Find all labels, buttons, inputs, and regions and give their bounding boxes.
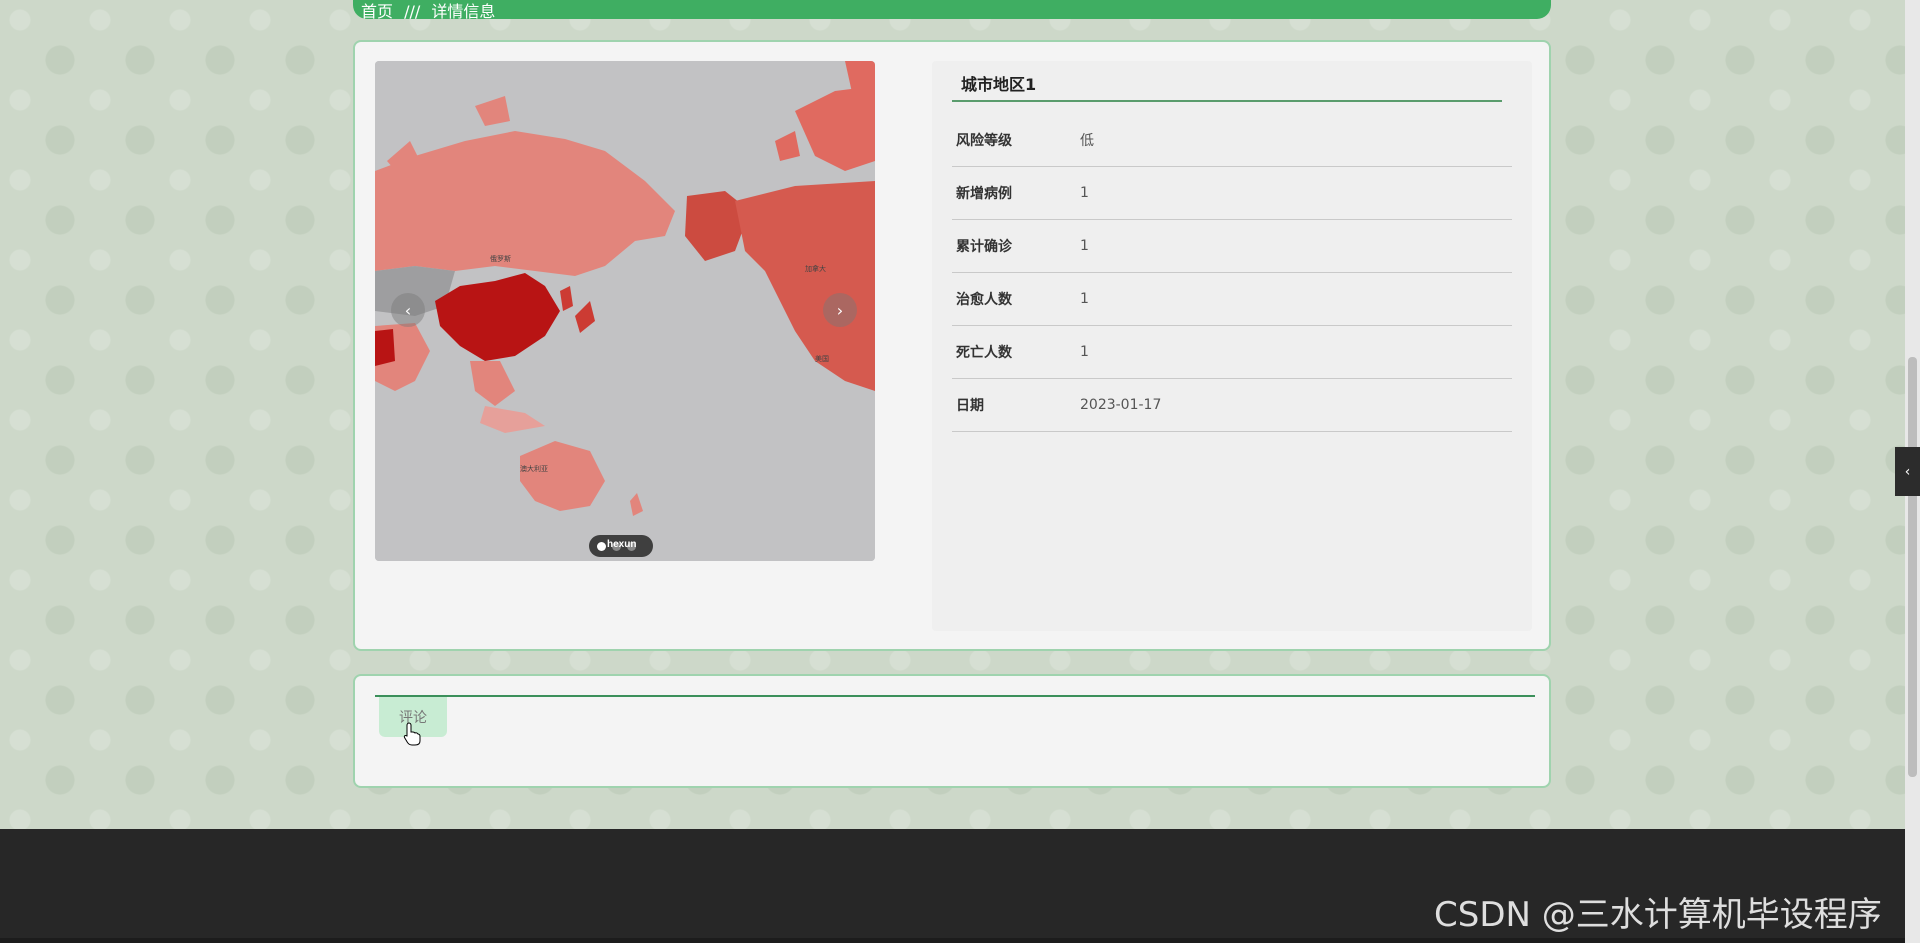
info-row-risk-level: 风险等级 低 [952,114,1512,167]
comment-tab[interactable]: 评论 [379,697,447,737]
info-label: 死亡人数 [956,345,1012,361]
info-label: 新增病例 [956,186,1012,202]
svg-text:澳大利亚: 澳大利亚 [520,464,548,473]
comment-card: 评论 [353,674,1551,788]
info-label: 风险等级 [956,133,1012,149]
info-label: 累计确诊 [956,239,1012,255]
svg-text:加拿大: 加拿大 [805,264,826,273]
info-value: 低 [1080,133,1094,149]
carousel-prev-button[interactable]: ‹ [391,293,425,327]
scrollbar-thumb[interactable] [1908,357,1917,777]
svg-text:俄罗斯: 俄罗斯 [490,254,511,263]
detail-title: 城市地区1 [952,71,1502,102]
carousel-indicator-1[interactable] [597,541,606,551]
info-row-deaths: 死亡人数 1 [952,326,1512,379]
chevron-right-icon: › [836,300,844,320]
footer-watermark: CSDN @三水计算机毕设程序 [1434,895,1882,935]
info-row-total-confirmed: 累计确诊 1 [952,220,1512,273]
side-panel-toggle[interactable]: ‹ [1895,447,1920,496]
image-watermark: hexun [607,539,637,550]
info-value: 1 [1080,185,1089,201]
info-row-new-cases: 新增病例 1 [952,167,1512,220]
info-row-recovered: 治愈人数 1 [952,273,1512,326]
info-row-date: 日期 2023-01-17 [952,379,1512,432]
info-value: 1 [1080,291,1089,307]
info-panel: 城市地区1 风险等级 低 新增病例 1 累计确诊 1 治愈人数 1 死亡人数 1… [932,61,1532,631]
info-value: 2023-01-17 [1080,397,1162,413]
comment-divider [375,695,1535,697]
detail-card: 俄罗斯 加拿大 澳大利亚 美国 ‹ › hexun 城市地区1 风险等级 低 新… [353,40,1551,651]
carousel-next-button[interactable]: › [823,293,857,327]
map-image: 俄罗斯 加拿大 澳大利亚 美国 [375,61,875,561]
info-value: 1 [1080,238,1089,254]
info-value: 1 [1080,344,1089,360]
info-label: 治愈人数 [956,292,1012,308]
breadcrumb-separator: /// [404,2,421,19]
breadcrumb-home[interactable]: 首页 [361,2,393,19]
breadcrumb: 首页 /// 详情信息 [353,0,1551,19]
image-carousel[interactable]: 俄罗斯 加拿大 澳大利亚 美国 ‹ › hexun [375,61,875,561]
svg-text:美国: 美国 [815,354,829,363]
taskbar-strip [0,938,1905,943]
info-label: 日期 [956,398,984,414]
chevron-left-icon: ‹ [404,300,412,320]
chevron-left-icon: ‹ [1904,463,1911,480]
breadcrumb-current: 详情信息 [431,2,496,19]
